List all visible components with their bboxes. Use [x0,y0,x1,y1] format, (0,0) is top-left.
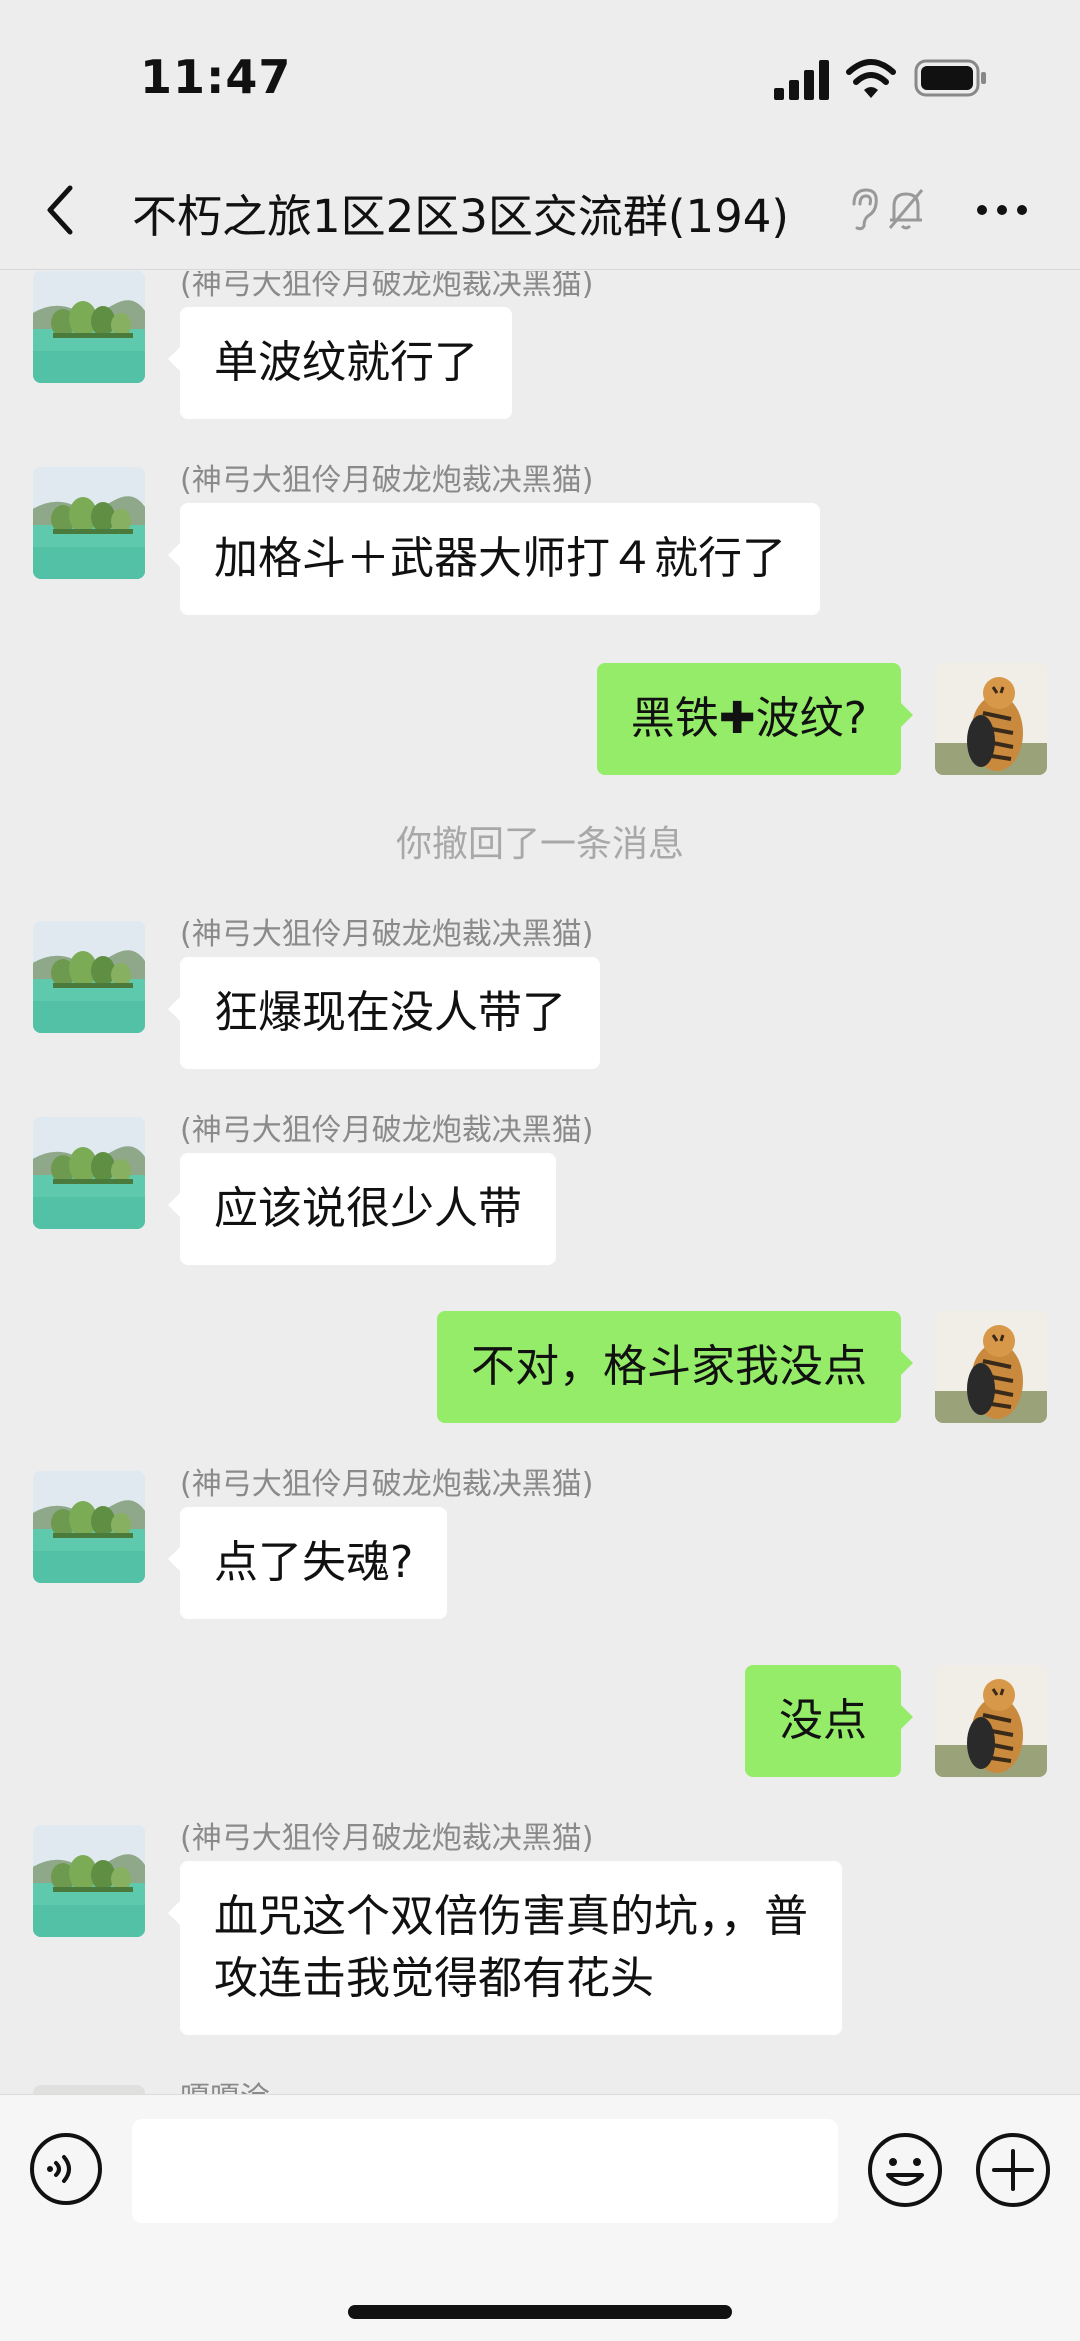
message-bubble[interactable]: 没点 [745,1665,913,1777]
chat-message-list[interactable]: (神弓大狙伶月破龙炮裁决黑猫) 单波纹就行了 (神弓大狙伶月破龙炮裁决黑猫) 加… [0,271,1080,2094]
wifi-icon [846,59,896,98]
sender-name: (神弓大狙伶月破龙炮裁决黑猫) [180,1113,594,1148]
member-avatar[interactable] [33,1471,145,1583]
sender-name: (神弓大狙伶月破龙炮裁决黑猫) [180,271,594,302]
message-bubble[interactable]: 单波纹就行了 [168,307,512,419]
chevron-left-icon[interactable] [40,180,80,240]
status-time: 11:47 [140,50,292,104]
recall-notice: 你撤回了一条消息 [395,824,684,865]
input-bar [0,2094,1080,2341]
message-input[interactable] [132,2119,838,2223]
sender-name: (神弓大狙伶月破龙炮裁决黑猫) [180,1821,594,1856]
voice-icon[interactable] [28,2131,104,2207]
page-title[interactable]: 不朽之旅1区2区3区交流群(194) [132,180,789,245]
sender-name: 嘎嘎涂 [180,2073,270,2094]
my-avatar[interactable] [935,663,1047,775]
member-avatar[interactable] [33,467,145,579]
message-line: 血咒这个双倍伤害真的坑，，普 [214,1891,808,1942]
message-bubble[interactable]: 点了失魂? [167,1507,448,1619]
my-avatar[interactable] [935,1665,1047,1777]
my-avatar[interactable] [935,1311,1047,1423]
home-indicator[interactable] [348,2305,732,2319]
message-bubble[interactable]: 黑铁✚波纹? [596,663,914,775]
message-bubble[interactable]: 不对，格斗家我没点 [437,1311,913,1423]
member-avatar[interactable] [33,921,145,1033]
message-line: 攻连击我觉得都有花头 [214,1953,654,2004]
message-bubble[interactable]: 血咒这个双倍伤害真的坑，，普 攻连击我觉得都有花头 [168,1861,842,2035]
more-icon[interactable] [974,190,1030,230]
message-bubble[interactable]: 加格斗＋武器大师打４就行了 [168,503,820,615]
bell-muted-icon [888,189,924,230]
member-avatar[interactable] [33,271,145,383]
signal-icon [774,60,829,100]
emoji-icon[interactable] [866,2131,944,2209]
chat-header: 不朽之旅1区2区3区交流群(194) [0,150,1080,270]
sender-name: (神弓大狙伶月破龙炮裁决黑猫) [180,917,594,952]
message-bubble[interactable]: 狂爆现在没人带了 [168,957,600,1069]
status-bar: 11:47 [0,0,1080,150]
ear-icon [852,188,878,231]
plus-icon[interactable] [974,2131,1052,2209]
member-avatar[interactable] [33,1825,145,1937]
message-bubble[interactable]: 应该说很少人带 [168,1153,556,1265]
member-avatar[interactable] [33,1117,145,1229]
sender-name: (神弓大狙伶月破龙炮裁决黑猫) [180,1467,594,1502]
member-avatar[interactable] [33,2085,145,2094]
battery-icon [914,59,986,97]
sender-name: (神弓大狙伶月破龙炮裁决黑猫) [180,463,594,498]
